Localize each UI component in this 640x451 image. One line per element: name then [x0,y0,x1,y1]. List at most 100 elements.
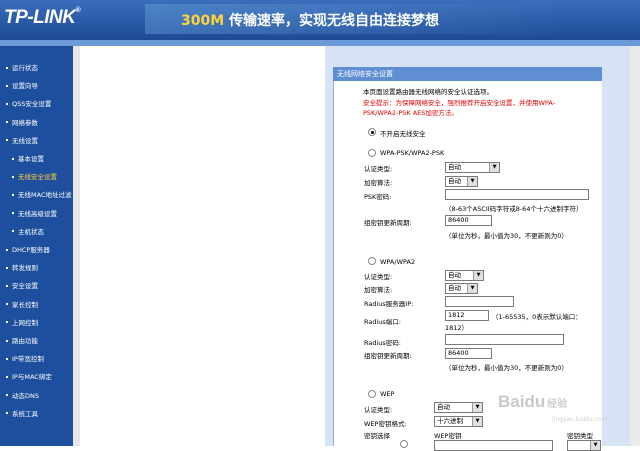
sidebar-item[interactable]: QSS安全设置 [0,96,73,112]
sidebar-item-label: QSS安全设置 [12,100,52,109]
wpa-auth-label: 认证类型: [364,273,393,281]
bullet-icon [12,212,14,215]
bullet-icon [6,394,8,397]
wpa-enc-select[interactable]: 自动 ▼ [445,283,478,294]
wpa-enc-label: 加密算法: [364,286,393,294]
sidebar-item[interactable]: 网络参数 [0,115,73,131]
wep-format-label: WEP密钥格式: [364,420,407,428]
sidebar-menu: 运行状态设置向导 QSS安全设置网络参数无线设置基本设置无线安全设置 无线MAC地址… [0,46,73,446]
wpa-auth-select[interactable]: 自动 ▼ [445,270,484,281]
no-security-label: 不开启无线安全 [380,130,426,138]
wpa-heading: WPA/WPA2 [380,258,416,266]
sidebar-item-label: 转发规则 [12,264,38,273]
sidebar-item-label: 上网控制 [12,318,38,327]
sidebar-item-label: 动态DNS [12,391,39,400]
sidebar-item[interactable]: 家长控制 [0,297,73,313]
radius-port-label: Radius端口: [364,318,401,326]
sidebar-item[interactable]: 无线高级设置 [0,206,73,222]
wep-format-select[interactable]: 十六进制 ▼ [434,416,483,427]
radius-port-input[interactable]: 1812 [445,310,489,321]
chevron-down-icon: ▼ [467,284,477,293]
radius-ip-input[interactable] [445,296,514,307]
psk-renew-input[interactable]: 86400 [445,215,492,226]
psk-renew-hint: （单位为秒，最小值为30，不更新则为0） [445,232,568,240]
wpa-renew-input[interactable]: 86400 [445,348,492,359]
bullet-icon [6,412,8,415]
sidebar-item[interactable]: 无线设置 [0,133,73,149]
bullet-icon [12,193,14,196]
chevron-down-icon: ▼ [472,403,482,412]
psk-hint: （8-63个ASCII码字符或8-64个十六进制字符） [445,205,583,213]
slogan: 300M 传输速率，实现无线自由连接梦想 [181,13,440,29]
radius-port-hint-cont: 1812） [445,324,469,332]
radio-wep-key-1[interactable] [400,440,408,448]
bullet-icon [6,375,8,378]
sidebar-item[interactable]: 动态DNS [0,388,73,404]
bullet-icon [6,303,8,306]
sidebar-item[interactable]: 基本设置 [0,151,73,167]
bullet-icon [6,84,8,87]
wep-auth-select[interactable]: 自动 ▼ [434,402,483,413]
radio-no-security[interactable] [368,128,376,136]
sidebar-item[interactable]: 设置向导 [0,78,73,94]
wep-col-key-select: 密钥选择 [364,432,390,440]
radius-password-label: Radius密码: [364,339,401,347]
sidebar-item-label: IP与MAC绑定 [12,373,52,382]
sidebar-item[interactable]: 主机状态 [0,224,73,240]
bullet-icon [6,139,8,142]
bullet-icon [6,339,8,342]
sidebar-item[interactable]: 无线MAC地址过滤 [0,187,73,203]
sidebar-item-label: 无线设置 [12,136,38,145]
bullet-icon [6,266,8,269]
sidebar-item[interactable]: IP与MAC绑定 [0,369,73,385]
radius-port-hint: （1-65535，0表示默认端口： [492,313,582,321]
wep-auth-label: 认证类型: [364,406,393,414]
header-banner: TP-LINK® 300M 传输速率，实现无线自由连接梦想 [0,0,640,40]
psk-auth-select[interactable]: 自动 ▼ [445,162,500,173]
sidebar-gap [73,46,80,446]
blank-content-area [80,52,325,446]
chevron-down-icon: ▼ [473,271,483,280]
sidebar-item[interactable]: 系统工具 [0,406,73,422]
radio-wep[interactable] [368,390,376,398]
radio-wpa[interactable] [368,257,376,265]
security-tip-line2: PSK/WPA2-PSK AES加密方法。 [363,109,458,117]
sidebar-item[interactable]: DHCP服务器 [0,242,73,258]
sidebar-item[interactable]: 无线安全设置 [0,169,73,185]
bullet-icon [6,102,8,105]
sidebar-item-label: 主机状态 [18,227,44,236]
wpa-psk-heading: WPA-PSK/WPA2-PSK [380,149,445,157]
bullet-icon [6,357,8,360]
sidebar-item[interactable]: 路由功能 [0,333,73,349]
bullet-icon [6,248,8,251]
psk-enc-label: 加密算法: [364,179,393,187]
bullet-icon [6,121,8,124]
bullet-icon [12,175,14,178]
sidebar-item-label: 路由功能 [12,337,38,345]
sidebar-item[interactable]: IP带宽控制 [0,351,73,367]
watermark-url: jingyan.baidu.com [552,416,608,423]
sidebar-item[interactable]: 运行状态 [0,60,73,76]
wpa-renew-label: 组密钥更新周期: [364,352,412,360]
psk-password-input[interactable] [445,189,589,200]
bullet-icon [6,284,8,287]
intro-text: 本页面设置路由器无线网络的安全认证选项。 [363,88,493,96]
chevron-down-icon: ▼ [467,177,477,186]
sidebar-item[interactable]: 安全设置 [0,278,73,294]
psk-auth-label: 认证类型: [364,165,393,173]
psk-enc-select[interactable]: 自动 ▼ [445,176,478,187]
radius-password-input[interactable] [445,334,564,345]
wep-col-type: 密钥类型 [567,432,593,440]
sidebar-item-label: IP带宽控制 [12,355,44,364]
wep-heading: WEP [380,390,395,398]
radius-ip-label: Radius服务器IP: [364,300,414,308]
scrollbar[interactable] [630,46,640,446]
psk-renew-label: 组密钥更新周期: [364,219,412,227]
sidebar-item-label: 系统工具 [12,409,38,418]
sidebar-item[interactable]: 转发规则 [0,260,73,276]
sidebar-item-label: DHCP服务器 [12,246,50,254]
bullet-icon [6,66,8,69]
radio-wpa-psk[interactable] [368,149,376,157]
psk-password-label: PSK密码: [364,193,392,201]
sidebar-item[interactable]: 上网控制 [0,315,73,331]
